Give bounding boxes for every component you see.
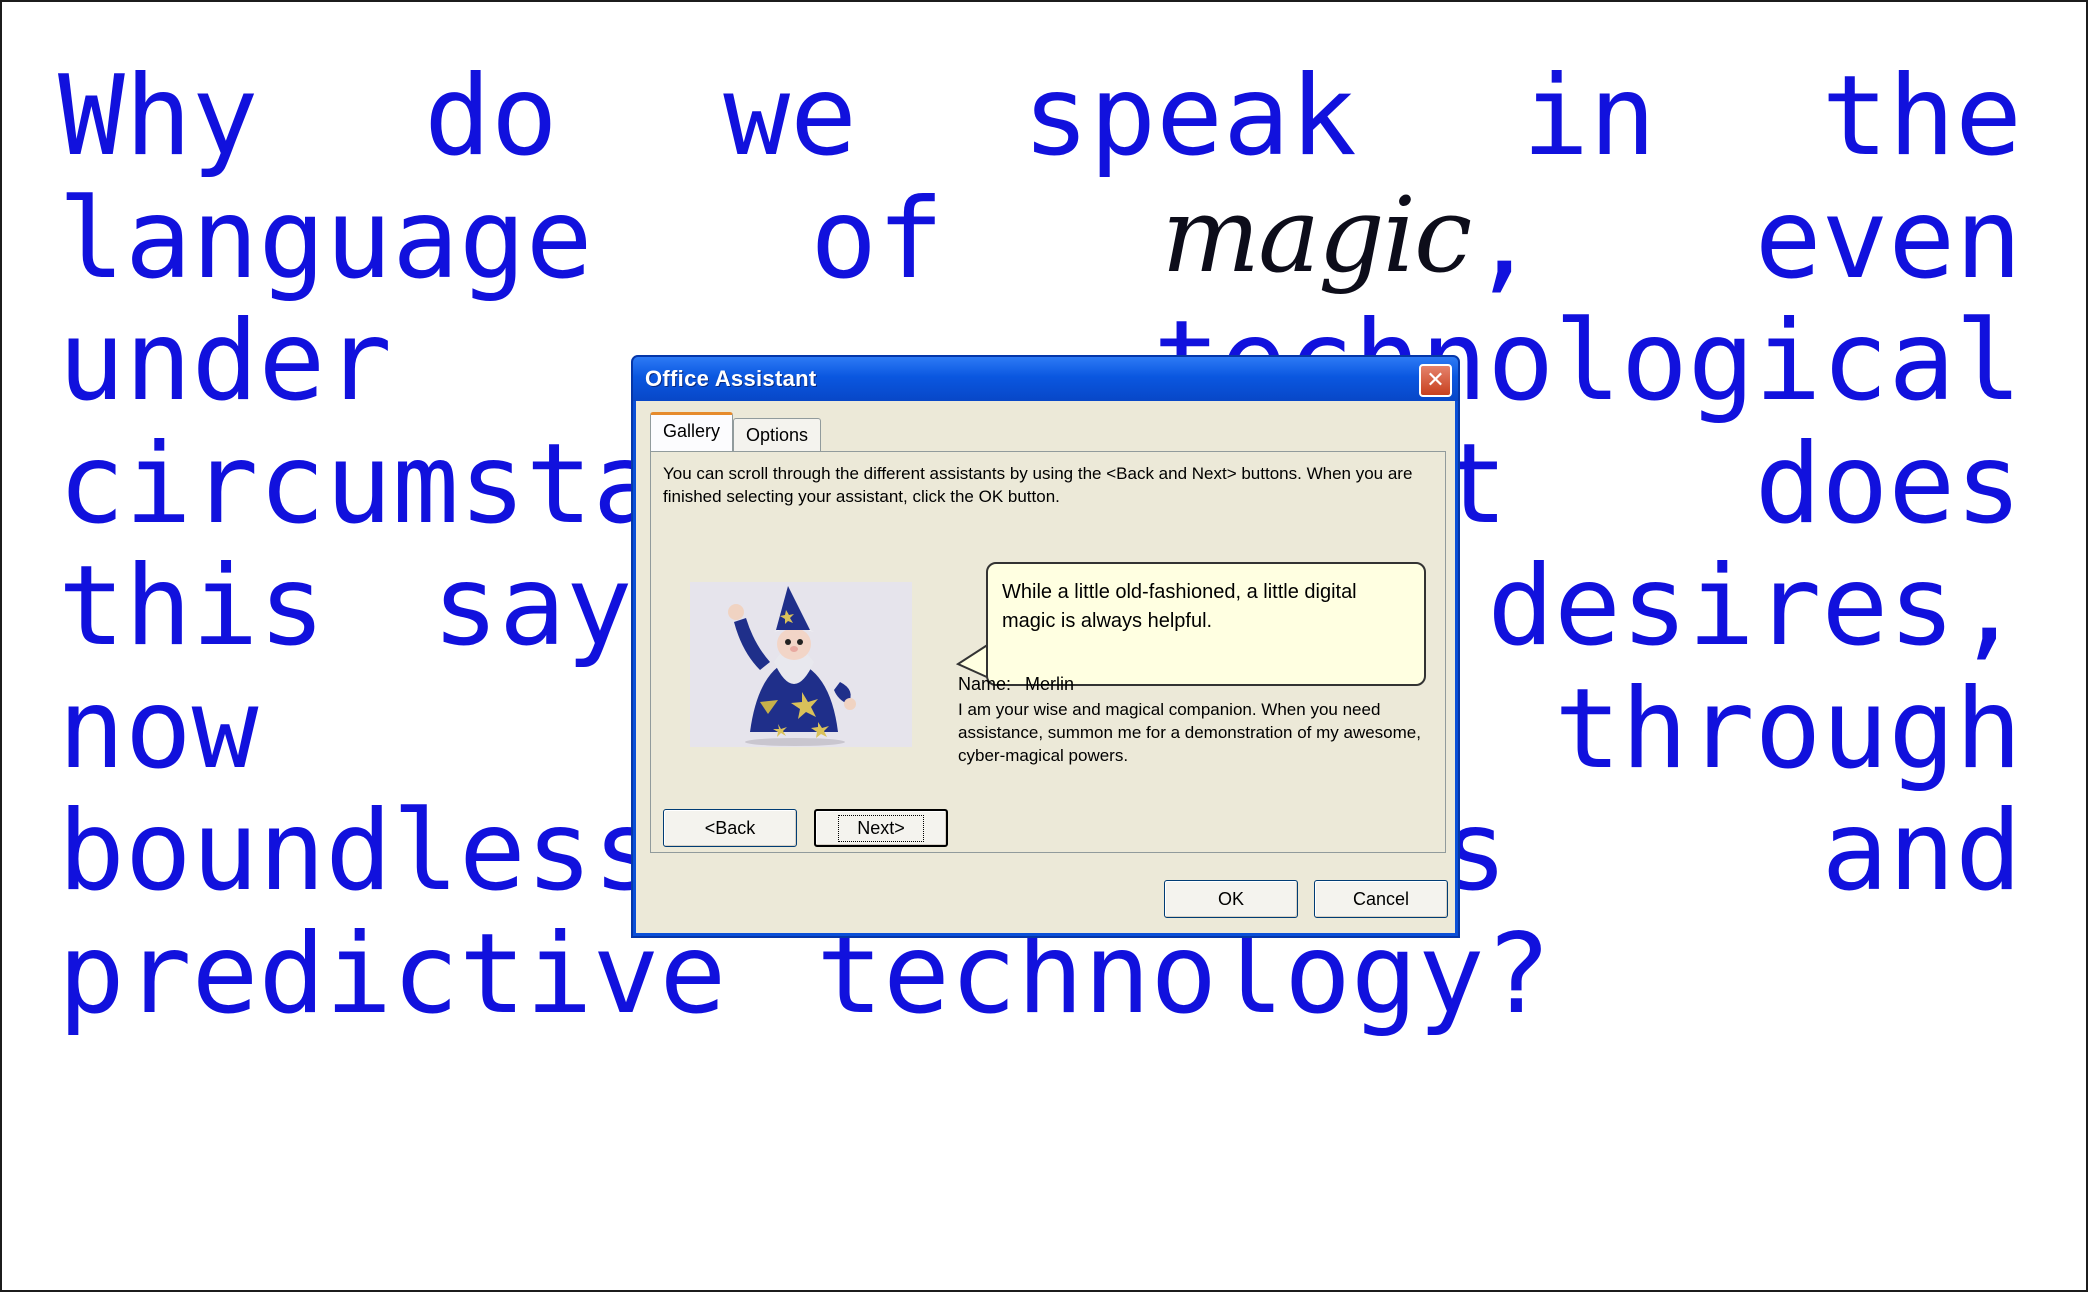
office-assistant-dialog: Office Assistant ✕ Gallery Options You c… bbox=[631, 355, 1460, 938]
cancel-button[interactable]: Cancel bbox=[1314, 880, 1448, 918]
intro-text: You can scroll through the different ass… bbox=[663, 464, 1413, 506]
headline-word: under bbox=[58, 297, 393, 426]
headline-word: speak bbox=[1022, 52, 1357, 181]
next-label: Next> bbox=[838, 814, 924, 842]
headline-word: now bbox=[58, 664, 259, 794]
ok-button[interactable]: OK bbox=[1164, 880, 1298, 918]
dialog-title: Office Assistant bbox=[645, 366, 817, 391]
close-button[interactable]: ✕ bbox=[1419, 364, 1452, 397]
headline-word: the bbox=[1821, 52, 2022, 181]
headline-word: language bbox=[58, 174, 593, 304]
tab-strip: Gallery Options bbox=[650, 412, 822, 455]
back-label: <Back bbox=[704, 817, 756, 838]
name-label: Name: bbox=[958, 674, 1012, 694]
gallery-panel: You can scroll through the different ass… bbox=[650, 451, 1446, 853]
dialog-body: Gallery Options You can scroll through t… bbox=[636, 401, 1455, 933]
headline-word: does bbox=[1754, 419, 2022, 549]
assistant-character-preview bbox=[690, 582, 912, 747]
ok-label: OK bbox=[1217, 888, 1244, 909]
assistant-name: Name: Merlin bbox=[958, 674, 1074, 695]
name-value: Merlin bbox=[1025, 674, 1075, 694]
headline-word: of bbox=[810, 174, 944, 304]
bubble-text: While a little old-fashioned, a little d… bbox=[1002, 581, 1357, 632]
headline-word: in bbox=[1522, 52, 1656, 181]
headline-word: even bbox=[1754, 174, 2022, 304]
headline-word: and bbox=[1821, 787, 2022, 916]
headline-word: through bbox=[1554, 664, 2022, 794]
headline-line: language of magic, even bbox=[58, 174, 2022, 304]
speech-bubble: While a little old-fashioned, a little d… bbox=[986, 562, 1426, 686]
headline-word: Why bbox=[58, 52, 259, 181]
assistant-description: I am your wise and magical companion. Wh… bbox=[958, 700, 1421, 765]
back-button[interactable]: <Back bbox=[663, 809, 797, 847]
headline-line: Why do we speak in the bbox=[58, 52, 2022, 181]
wizard-merlin-icon bbox=[728, 586, 856, 746]
cancel-label: Cancel bbox=[1352, 888, 1410, 909]
headline-word: boundless bbox=[58, 787, 660, 916]
headline-word: say bbox=[432, 542, 633, 671]
headline-word: we bbox=[723, 52, 857, 181]
headline-word: do bbox=[424, 52, 558, 181]
magic-word: magic bbox=[1161, 173, 1473, 296]
tab-options[interactable]: Options bbox=[733, 418, 822, 455]
page-frame: Why do we speak in the language of magic… bbox=[0, 0, 2088, 1292]
headline-word: predictive bbox=[58, 909, 727, 1039]
close-icon: ✕ bbox=[1426, 368, 1445, 393]
dialog-titlebar[interactable]: Office Assistant ✕ bbox=[633, 357, 1458, 401]
headline-magic-word-group: magic, bbox=[1162, 174, 1538, 302]
next-button[interactable]: Next> bbox=[814, 809, 948, 847]
headline-comma: , bbox=[1470, 174, 1538, 304]
headline-word: this bbox=[58, 542, 326, 671]
tab-gallery[interactable]: Gallery bbox=[650, 412, 734, 455]
headline-word: desires, bbox=[1487, 542, 2022, 671]
